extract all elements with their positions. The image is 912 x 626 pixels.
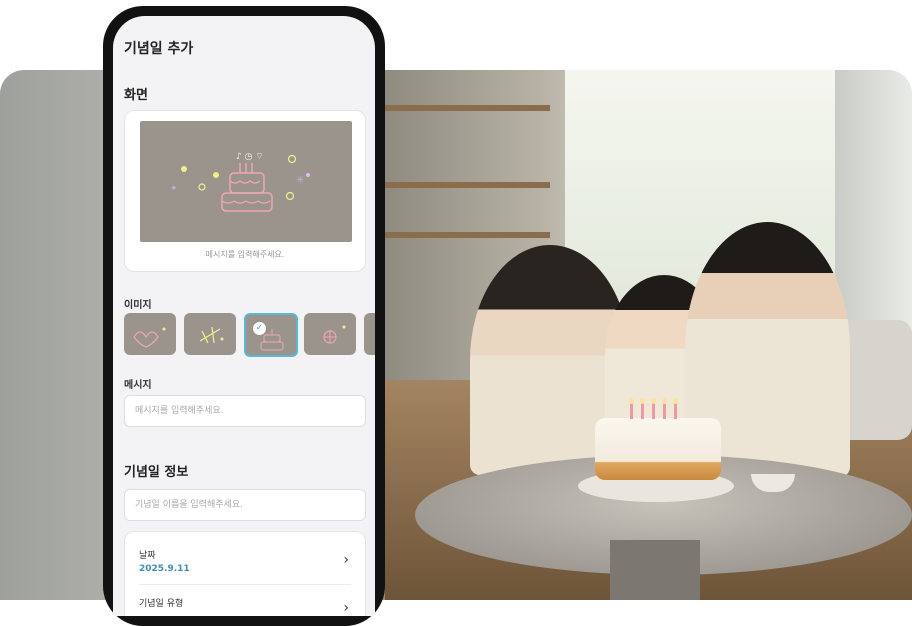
image-option-hearts[interactable] [124,313,176,355]
svg-text:✳: ✳ [296,175,304,186]
check-icon: ✓ [253,322,266,335]
display-section-title: 화면 [124,88,148,103]
info-card: 날짜 2025.9.11 › 기념일 유형 › [124,531,366,616]
message-label: 메시지 [124,380,152,391]
display-preview-card: ✦ ✳ ♪ ◷ ⌔ 메시지를 입력해주세요. [124,110,366,272]
message-field-wrap [124,395,366,427]
image-option-flower[interactable] [304,313,356,355]
svg-text:✦: ✦ [170,184,178,194]
chevron-right-icon: › [343,600,349,616]
cake-illustration-icon: ✦ ✳ ♪ ◷ ⌔ [170,152,310,212]
candle [640,398,645,419]
page-title: 기념일 추가 [124,41,194,57]
date-label: 날짜 [139,551,156,561]
phone-screen: 기념일 추가 화면 ✦ ✳ ♪ ◷ ⌔ 메시지를 입력해주세요. 이미지 ✓ 메… [113,16,375,616]
image-options: ✓ [124,313,375,359]
image-label: 이미지 [124,300,152,311]
birthday-cake [595,418,721,480]
svg-text:♪ ◷ ⌔: ♪ ◷ ⌔ [236,152,264,162]
date-row[interactable]: 날짜 2025.9.11 › [139,548,351,574]
chevron-right-icon: › [343,552,349,568]
candle [662,398,667,419]
phone-frame: 기념일 추가 화면 ✦ ✳ ♪ ◷ ⌔ 메시지를 입력해주세요. 이미지 ✓ 메… [103,6,385,626]
preview-image: ✦ ✳ ♪ ◷ ⌔ [140,121,352,242]
hearts-icon [133,327,166,348]
shelf [385,105,550,111]
type-row[interactable]: 기념일 유형 › [139,596,351,616]
shelf [385,232,550,238]
preview-hint: 메시지를 입력해주세요. [205,250,285,259]
image-option-cake[interactable]: ✓ [244,313,298,357]
flower-icon [323,325,346,344]
fireworks-icon [199,326,224,344]
shelf [385,182,550,188]
divider [139,584,351,585]
image-option-fireworks[interactable] [184,313,236,355]
date-value: 2025.9.11 [139,564,190,574]
message-input[interactable] [125,396,365,426]
name-field-wrap [124,489,366,521]
cake-icon [260,329,284,351]
info-section-title: 기념일 정보 [124,465,189,480]
table-leg [610,540,700,600]
candle [629,398,634,419]
image-option-more[interactable] [364,313,375,355]
candle [651,398,656,419]
candle [673,398,678,419]
anniversary-name-input[interactable] [125,490,365,520]
type-label: 기념일 유형 [139,599,184,609]
